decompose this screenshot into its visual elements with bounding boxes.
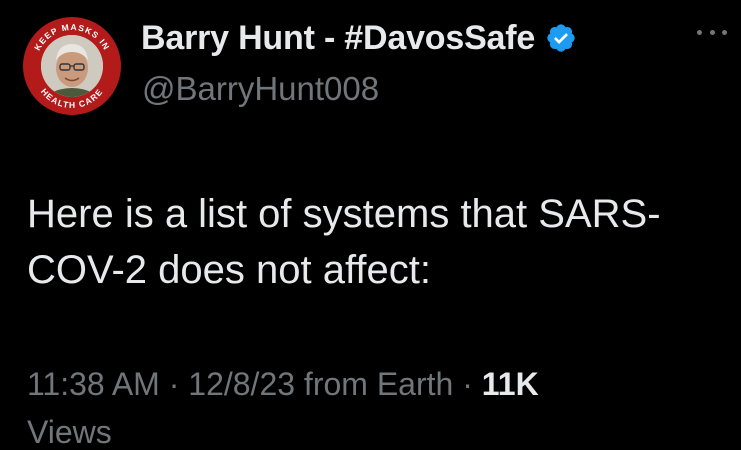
user-handle[interactable]: @BarryHunt008 <box>142 70 379 108</box>
display-name-row: Barry Hunt - #DavosSafe <box>141 12 577 64</box>
tweet-card: KEEP MASKS IN HEALTH CARE Barry Hunt - #… <box>0 0 741 450</box>
verified-badge-icon[interactable] <box>545 22 577 54</box>
tweet-text-line: COV-2 does not affect: <box>27 248 431 292</box>
more-dot <box>722 29 727 35</box>
tweet-meta-line1: 11:38 AM · 12/8/23 from Earth · 11K <box>27 360 727 408</box>
avatar-image: KEEP MASKS IN HEALTH CARE <box>23 17 121 115</box>
more-options-icon[interactable] <box>697 22 727 42</box>
avatar[interactable]: KEEP MASKS IN HEALTH CARE <box>22 16 122 116</box>
tweet-location: from Earth <box>295 366 454 402</box>
tweet-text-line: Here is a list of systems that SARS- <box>27 192 661 236</box>
tweet-date[interactable]: 12/8/23 <box>188 366 295 402</box>
display-name[interactable]: Barry Hunt - #DavosSafe <box>141 19 535 58</box>
tweet-text: Here is a list of systems that SARS- COV… <box>27 186 727 298</box>
more-dot <box>709 29 715 35</box>
tweet-meta: 11:38 AM · 12/8/23 from Earth · 11K View… <box>27 360 727 450</box>
views-label: Views <box>27 414 112 450</box>
tweet-time[interactable]: 11:38 AM <box>27 366 160 402</box>
separator-dot: · <box>159 366 189 402</box>
separator-dot: · <box>453 366 482 402</box>
views-count: 11K <box>481 366 539 402</box>
more-dot <box>697 29 702 35</box>
